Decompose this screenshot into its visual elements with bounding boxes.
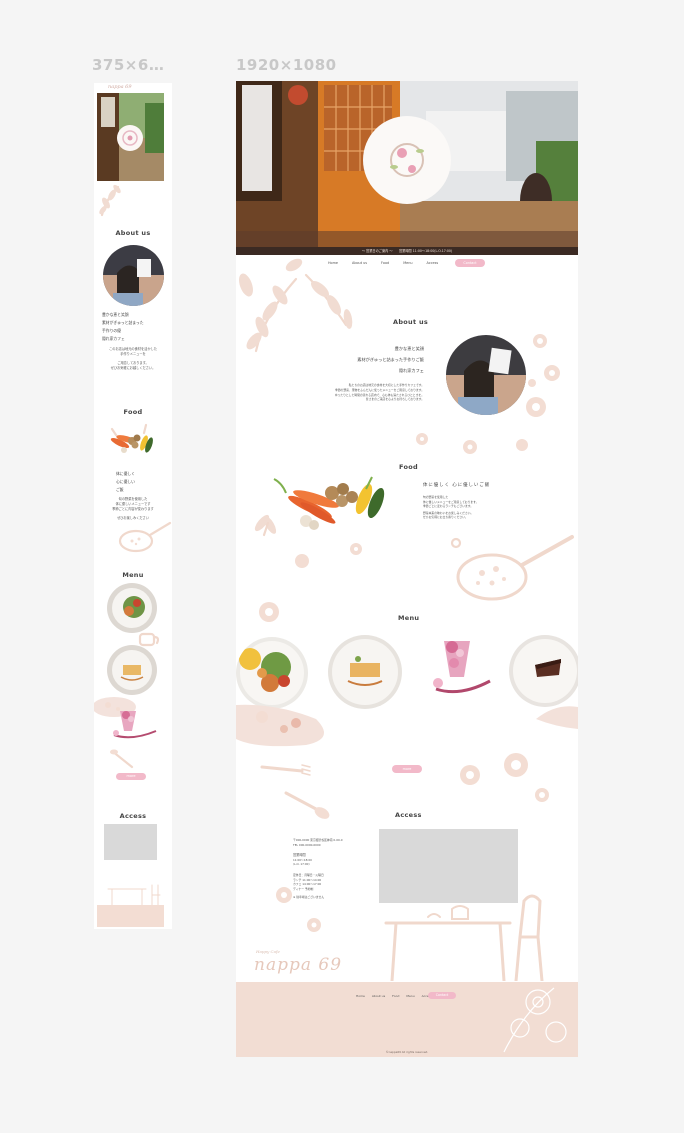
desktop-food-body-line: ぜひお気軽にお立ち寄りください。 bbox=[423, 515, 468, 520]
desktop-food-title: Food bbox=[399, 463, 418, 471]
desktop-footer-logo: nappa 69 bbox=[254, 955, 343, 975]
mobile-preview: nappa 69 About us 豊かな恵と笑顔 素材がぎゅっと詰まった 手作… bbox=[94, 83, 172, 929]
nav-access[interactable]: Access bbox=[427, 261, 439, 265]
desktop-menu-dish-3[interactable] bbox=[430, 637, 496, 707]
desktop-access-hours-line: (L.O. 17:00) bbox=[293, 862, 310, 867]
desktop-access-address-line: TEL 000-0000-0000 bbox=[293, 842, 321, 847]
desktop-menu-dish-2[interactable] bbox=[328, 635, 402, 709]
mobile-parfait-image[interactable] bbox=[106, 705, 158, 745]
mobile-food-heading-line: 体に優しく bbox=[116, 471, 135, 476]
mobile-access-map[interactable] bbox=[104, 824, 157, 860]
desktop-food-body-line: 季節ごとに変わるランチもございます。 bbox=[423, 504, 474, 509]
desktop-footer-script: Happy Cafe bbox=[256, 949, 280, 954]
mobile-leaf-deco bbox=[99, 184, 121, 217]
nav-contact-button[interactable]: Contact bbox=[455, 259, 485, 267]
nav-food[interactable]: Food bbox=[381, 261, 389, 265]
mobile-pan-deco bbox=[118, 521, 172, 553]
mobile-table-deco bbox=[107, 884, 161, 905]
footer-copyright: ©nappa69 All rights reserved. bbox=[385, 1050, 429, 1054]
mobile-hero-photo bbox=[97, 93, 164, 181]
footer-nav-home[interactable]: Home bbox=[356, 994, 365, 998]
desktop-about-dots-deco bbox=[416, 433, 477, 454]
desktop-size-label: 1920×1080 bbox=[236, 56, 337, 74]
mobile-menu-dish-2[interactable] bbox=[107, 645, 157, 695]
mobile-vegetables-image bbox=[110, 423, 153, 453]
desktop-hero-photo bbox=[236, 81, 578, 247]
desktop-pan-deco bbox=[450, 535, 574, 601]
mobile-menu-title: Menu bbox=[122, 571, 144, 579]
desktop-menu-flower-right-deco bbox=[460, 753, 549, 802]
desktop-about-heading-line: 隠れ家カフェ bbox=[398, 368, 424, 373]
footer-nav-menu[interactable]: Menu bbox=[406, 994, 414, 998]
mobile-about-body-line: ぜひお気軽にお越しください。 bbox=[110, 366, 156, 370]
desktop-info-text: 〜 営業日のご案内 〜 営業時間 11:00〜18:00(L.O.17:00) bbox=[361, 249, 453, 253]
desktop-cutlery-deco bbox=[260, 764, 330, 819]
desktop-preview: 〜 営業日のご案内 〜 営業時間 11:00〜18:00(L.O.17:00) … bbox=[236, 81, 578, 1057]
mobile-spoon-deco bbox=[110, 749, 134, 769]
mobile-about-heading-line: 素材がぎゅっと詰まった bbox=[102, 320, 144, 325]
mobile-food-heading-line: ご飯 bbox=[116, 487, 124, 492]
desktop-about-title: About us bbox=[393, 318, 429, 326]
mobile-about-heading: 豊かな恵と笑顔 素材がぎゅっと詰まった 手作りの優 隠れ家カフェ bbox=[102, 311, 164, 343]
desktop-about-body-line: 皆さまのご来店を心よりお待ちしております。 bbox=[365, 397, 424, 402]
mobile-about-heading-line: 隠れ家カフェ bbox=[102, 336, 125, 341]
mobile-food-body: 旬の野菜を使用した 体に優しいメニューです 季節ごとに内容が変わります ぜひお楽… bbox=[100, 497, 166, 521]
footer-flower-deco bbox=[503, 987, 567, 1053]
desktop-food-body: 旬の野菜を使用した 体に優しいメニューをご用意しております。 季節ごとに変わるラ… bbox=[423, 495, 543, 520]
mobile-logo: nappa 69 bbox=[108, 84, 132, 90]
desktop-about-body: 私たちのお店は地元の食材を大切にした手作りカフェです。 季節の野菜、果物をふんだ… bbox=[288, 383, 424, 402]
mobile-food-heading: 体に優しく 心に優しい ご飯 bbox=[116, 470, 156, 494]
mobile-access-title: Access bbox=[119, 812, 147, 820]
footer-nav-about[interactable]: About us bbox=[372, 994, 385, 998]
mobile-about-body: このお店は地元の食材を活かした 手作りメニューを ご用意しております。 ぜひお気… bbox=[102, 347, 164, 371]
footer-contact-button[interactable]: Contact bbox=[428, 992, 456, 999]
mobile-footer bbox=[97, 905, 164, 927]
desktop-menu-bottom-deco bbox=[236, 704, 578, 747]
mobile-food-heading-line: 心に優しい bbox=[116, 479, 135, 484]
mobile-menu-more-button[interactable]: more bbox=[116, 773, 146, 780]
desktop-menu-dish-4[interactable] bbox=[509, 635, 578, 707]
mobile-food-body-line: 季節ごとに内容が変わります bbox=[112, 507, 154, 511]
footer-nav-food[interactable]: Food bbox=[392, 994, 399, 998]
mobile-size-label: 375×6… bbox=[92, 56, 165, 74]
mobile-about-body-line: 手作りメニューを bbox=[120, 352, 146, 356]
mobile-about-heading-line: 手作りの優 bbox=[102, 328, 121, 333]
footer-nav: Home About us Food Menu Access bbox=[356, 994, 432, 998]
desktop-food-deco bbox=[295, 543, 362, 568]
mobile-menu-dish-1[interactable] bbox=[107, 583, 157, 633]
mobile-about-title: About us bbox=[115, 229, 151, 237]
desktop-about-heading-line: 豊かな恵と笑顔 bbox=[394, 346, 424, 351]
desktop-about-heading: 豊かな恵と笑顔 素材がぎゅっと詰まった手作りご飯 隠れ家カフェ bbox=[346, 343, 424, 376]
desktop-menu-flower-deco bbox=[259, 602, 279, 622]
desktop-access-title: Access bbox=[395, 811, 422, 819]
desktop-flower-deco bbox=[516, 334, 560, 451]
mobile-about-photo bbox=[103, 245, 164, 306]
desktop-footer: Home About us Food Menu Access Contact ©… bbox=[236, 982, 578, 1057]
desktop-info-bar: 〜 営業日のご案内 〜 営業時間 11:00〜18:00(L.O.17:00) bbox=[236, 247, 578, 255]
mobile-food-title: Food bbox=[123, 408, 143, 416]
mobile-about-heading-line: 豊かな恵と笑顔 bbox=[102, 312, 129, 317]
desktop-food-heading: 体に優しく 心に優しいご飯 bbox=[423, 483, 491, 488]
desktop-about-heading-line: 素材がぎゅっと詰まった手作りご飯 bbox=[357, 357, 424, 362]
nav-menu[interactable]: Menu bbox=[403, 261, 412, 265]
desktop-menu-title: Menu bbox=[398, 614, 420, 622]
desktop-leaf-deco bbox=[239, 258, 353, 353]
desktop-menu-more-button[interactable]: more bbox=[392, 765, 422, 773]
